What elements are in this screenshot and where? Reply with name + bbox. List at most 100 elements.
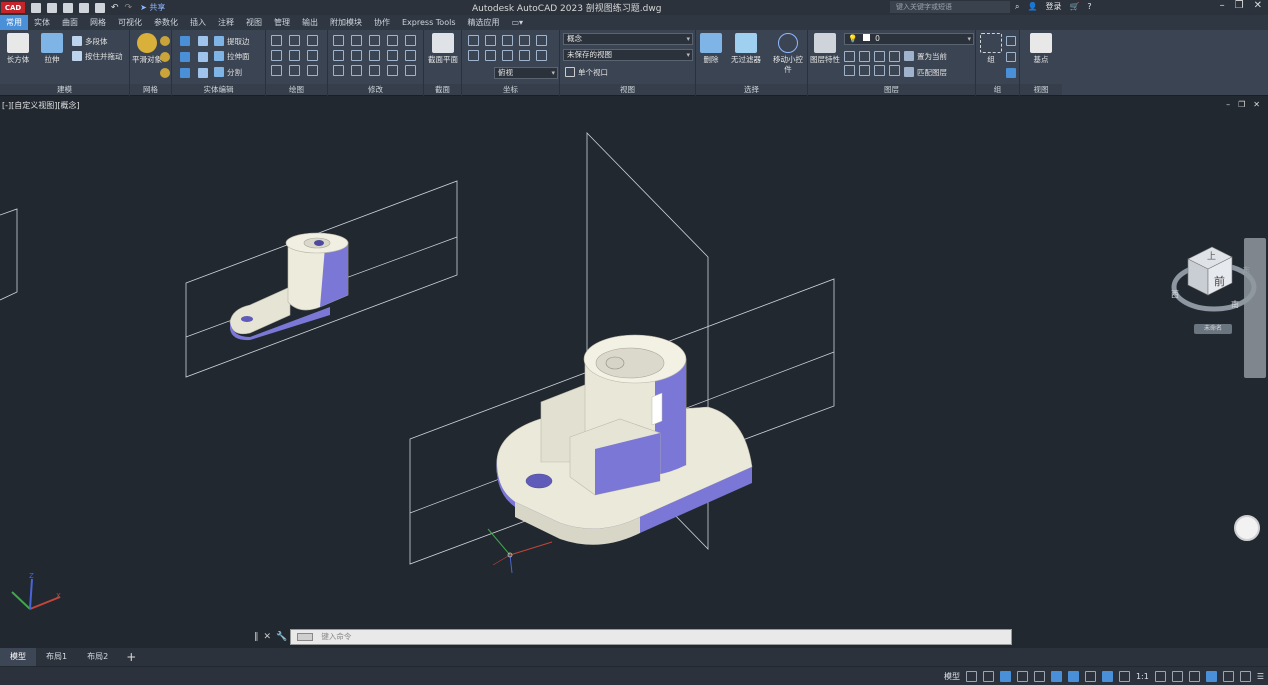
modify-tool-icon[interactable]: [369, 65, 380, 76]
open-file-icon[interactable]: [47, 2, 57, 13]
assistant-avatar[interactable]: [1234, 515, 1260, 541]
layer-dropdown[interactable]: 💡 0 ▾: [844, 33, 974, 45]
grid-icon[interactable]: [965, 670, 977, 682]
ungroup-icon[interactable]: [1006, 36, 1016, 46]
draw-tool-icon[interactable]: [271, 50, 282, 61]
saved-view-dropdown[interactable]: 未保存的视图 ▾: [563, 49, 693, 61]
modify-tool-icon[interactable]: [333, 65, 344, 76]
search-input[interactable]: 键入关键字或短语: [890, 1, 1010, 13]
viewport-config-button[interactable]: 单个视口: [565, 65, 608, 79]
help-icon[interactable]: ?: [1087, 2, 1091, 11]
ucs-tool-icon[interactable]: [468, 50, 479, 61]
extrude-button[interactable]: 拉伸: [37, 33, 67, 65]
search-icon[interactable]: ⌕: [1015, 2, 1019, 12]
ucs-dropdown[interactable]: 俯视 ▾: [494, 67, 558, 79]
panel-title-view[interactable]: 视图: [560, 84, 695, 95]
panel-title-selection[interactable]: 选择: [696, 84, 807, 95]
object-snap-icon[interactable]: [1067, 670, 1079, 682]
ucs-tool-icon[interactable]: [485, 35, 496, 46]
compass-west-label[interactable]: 西: [1171, 289, 1179, 300]
layer-tool-icon[interactable]: [889, 51, 900, 62]
new-file-icon[interactable]: [31, 2, 41, 13]
snap-icon[interactable]: [982, 670, 994, 682]
ucs-tool-icon[interactable]: [502, 50, 513, 61]
ribbon-tab[interactable]: 协作: [368, 15, 396, 30]
modify-tool-icon[interactable]: [369, 35, 380, 46]
no-filter-button[interactable]: 无过滤器: [728, 33, 764, 65]
panel-title-solid-edit[interactable]: 实体编辑: [172, 84, 265, 95]
user-icon[interactable]: 👤: [1027, 2, 1037, 11]
model-space-label[interactable]: 模型: [944, 671, 960, 682]
ucs-tool-icon[interactable]: [536, 50, 547, 61]
modify-tool-icon[interactable]: [351, 35, 362, 46]
layer-tool-icon[interactable]: [889, 65, 900, 76]
layout-tab[interactable]: 布局1: [36, 648, 77, 666]
panel-title-groups[interactable]: 组: [976, 84, 1019, 95]
ucs-tool-icon[interactable]: [485, 50, 496, 61]
group-select-icon[interactable]: [1006, 68, 1016, 78]
ribbon-tab[interactable]: 实体: [28, 15, 56, 30]
viewcube-front-label[interactable]: 前: [1214, 273, 1225, 289]
polysolid-button[interactable]: 多段体: [72, 34, 108, 48]
draw-tool-icon[interactable]: [289, 35, 300, 46]
ribbon-tab[interactable]: 输出: [296, 15, 324, 30]
panel-title-layers[interactable]: 图层: [808, 84, 975, 95]
recent-commands-icon[interactable]: [297, 633, 313, 641]
section-plane-button[interactable]: 截面平面: [428, 33, 458, 65]
modify-tool-icon[interactable]: [405, 50, 416, 61]
compass-south-label[interactable]: 南: [1231, 299, 1239, 310]
group-button[interactable]: 组: [976, 33, 1006, 65]
isolate-objects-icon[interactable]: [1205, 670, 1217, 682]
redo-icon[interactable]: ↷: [125, 3, 133, 13]
customization-menu-icon[interactable]: ☰: [1257, 672, 1264, 681]
layer-tool-icon[interactable]: [859, 51, 870, 62]
ortho-icon[interactable]: [999, 670, 1011, 682]
layer-tool-icon[interactable]: [844, 65, 855, 76]
print-icon[interactable]: [95, 2, 105, 13]
ribbon-tab[interactable]: 附加模块: [324, 15, 368, 30]
modify-tool-icon[interactable]: [387, 35, 398, 46]
ribbon-tab[interactable]: 常用: [0, 15, 28, 30]
app-logo[interactable]: CAD: [1, 2, 25, 13]
move-gizmo-button[interactable]: 移动小控件: [772, 33, 804, 75]
cart-icon[interactable]: 🛒: [1069, 2, 1079, 11]
lineweight-icon[interactable]: [1084, 670, 1096, 682]
modify-tool-icon[interactable]: [351, 65, 362, 76]
polar-icon[interactable]: [1016, 670, 1028, 682]
ribbon-tab[interactable]: 参数化: [148, 15, 184, 30]
panel-title-draw[interactable]: 绘图: [266, 84, 327, 95]
modify-tool-icon[interactable]: [405, 65, 416, 76]
hardware-acceleration-icon[interactable]: [1222, 670, 1234, 682]
ribbon-tab[interactable]: 插入: [184, 15, 212, 30]
panel-title-section[interactable]: 截面: [424, 84, 461, 95]
layout-tab[interactable]: 模型: [0, 648, 36, 666]
minimize-icon[interactable]: –: [1220, 0, 1225, 11]
draw-tool-icon[interactable]: [289, 50, 300, 61]
save-icon[interactable]: [63, 2, 73, 13]
extract-edges-button[interactable]: 提取边: [214, 34, 250, 48]
layout-tab[interactable]: 布局2: [77, 648, 118, 666]
modify-tool-icon[interactable]: [405, 35, 416, 46]
extrude-face-button[interactable]: 拉伸面: [214, 49, 250, 63]
thicken-icon[interactable]: [198, 52, 208, 62]
match-layer-button[interactable]: 匹配图层: [904, 65, 947, 79]
workspace-gear-icon[interactable]: [1154, 670, 1166, 682]
draw-tool-icon[interactable]: [307, 65, 318, 76]
subtract-icon[interactable]: [180, 52, 190, 62]
annotation-scale-label[interactable]: 1:1: [1136, 672, 1149, 681]
ucs-tool-icon[interactable]: [536, 35, 547, 46]
navigation-bar[interactable]: [1244, 238, 1266, 378]
layer-tool-icon[interactable]: [844, 51, 855, 62]
modify-tool-icon[interactable]: [387, 65, 398, 76]
visual-style-dropdown[interactable]: 概念 ▾: [563, 33, 693, 45]
presspull-button[interactable]: 按住并拖动: [72, 49, 123, 63]
ribbon-tab[interactable]: Express Tools: [396, 15, 462, 30]
panel-title-modify[interactable]: 修改: [328, 84, 423, 95]
layer-tool-icon[interactable]: [874, 65, 885, 76]
box-button[interactable]: 长方体: [3, 33, 33, 65]
panel-title-coordinates[interactable]: 坐标: [462, 84, 559, 95]
units-icon[interactable]: [1188, 670, 1200, 682]
command-close-icon[interactable]: ✕: [264, 632, 272, 642]
command-grip-icon[interactable]: ‖: [254, 632, 259, 642]
draw-tool-icon[interactable]: [289, 65, 300, 76]
